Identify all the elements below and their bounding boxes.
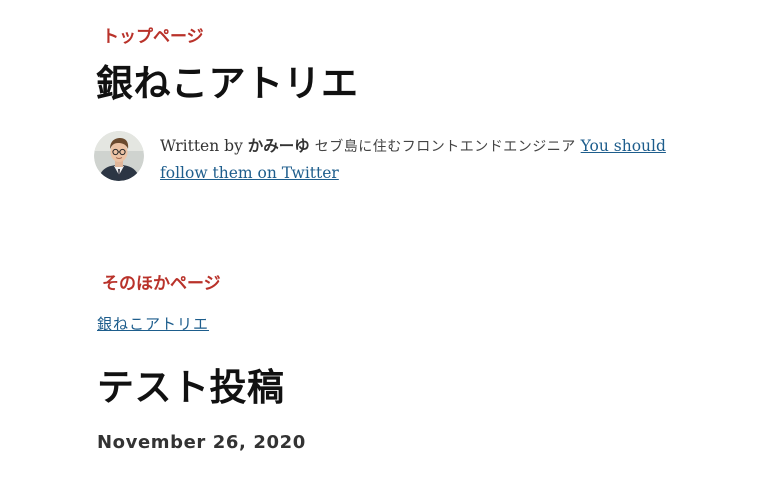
avatar [94,131,144,181]
written-by-text: Written by [160,137,243,155]
avatar-image [94,131,144,181]
other-page-link[interactable]: 銀ねこアトリエ [97,313,209,334]
top-page-label: トップページ [102,27,204,47]
author-name: かみーゆ [247,136,310,155]
post-title: テスト投稿 [97,366,285,409]
other-pages-label: そのほかページ [102,274,221,294]
bio-text: Written by かみーゆ セブ島に住むフロントエンドエンジニア You s… [160,133,705,186]
author-tagline: セブ島に住むフロントエンドエンジニア [314,139,576,155]
post-date: November 26, 2020 [97,432,306,453]
site-title: 銀ねこアトリエ [96,62,359,105]
